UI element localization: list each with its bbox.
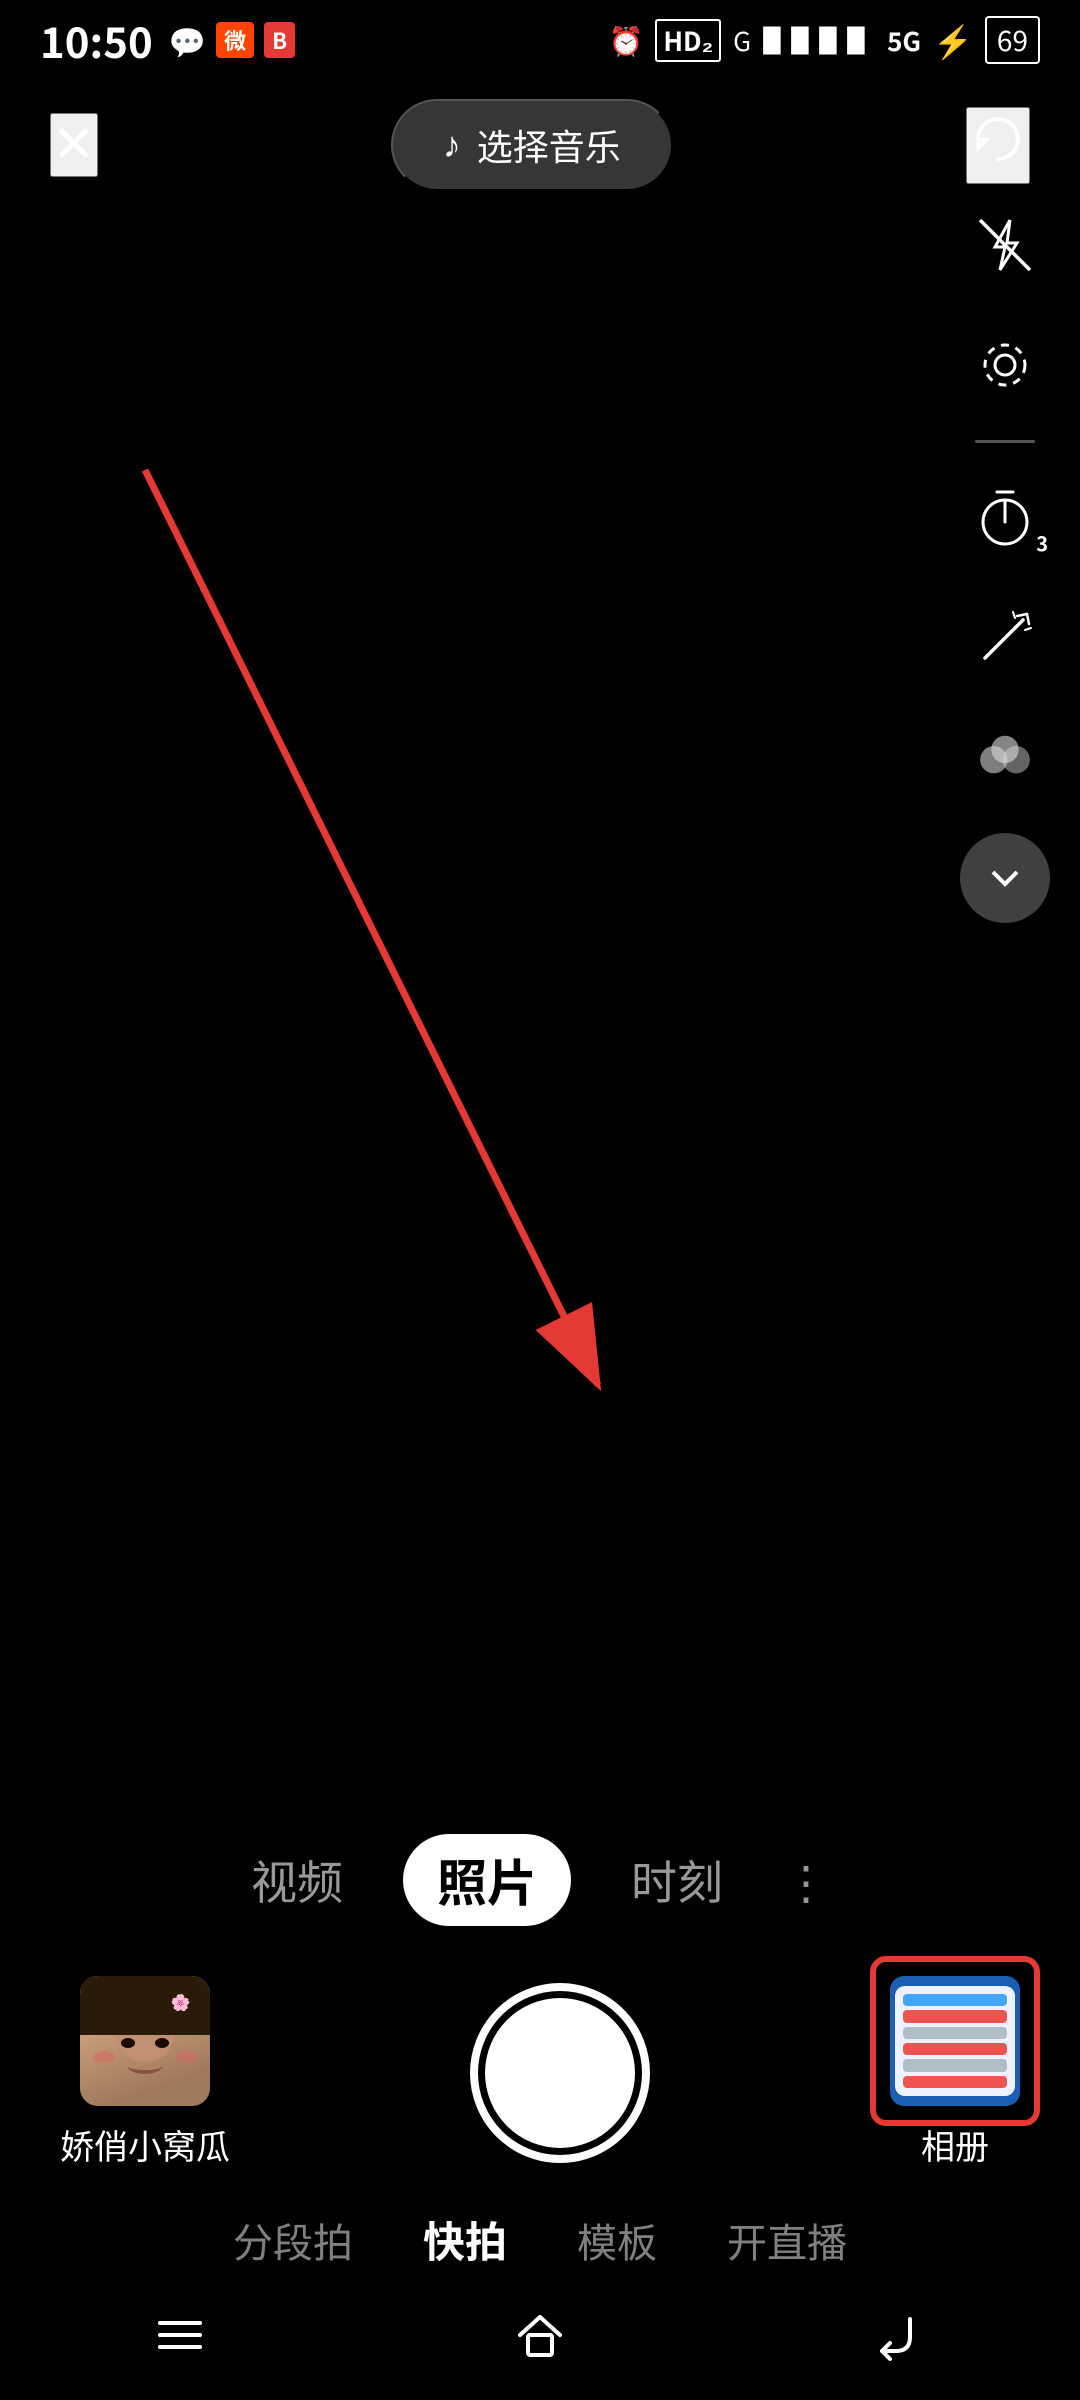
album-row-4 [903, 2043, 1007, 2055]
face-hair [80, 1976, 210, 2035]
mode-more-icon[interactable]: ⋮ [783, 1847, 829, 1913]
face-flower: 🌸 [171, 1989, 191, 2013]
sidebar-divider [975, 440, 1035, 443]
sub-tab-template[interactable]: 模板 [577, 2211, 657, 2269]
avatar-wrap[interactable]: 🌸 娇俏小窝瓜 [60, 1976, 230, 2169]
sub-tab-quick[interactable]: 快拍 [423, 2209, 507, 2270]
status-time: 10:50 [40, 10, 153, 71]
status-icons-right: ⏰ HD₂ G ▋▋▋▋ 5G ⚡ 69 [608, 16, 1040, 64]
album-row-2 [903, 2010, 1007, 2022]
status-bar: 10:50 💬 微 B ⏰ HD₂ G ▋▋▋▋ 5G ⚡ 69 [0, 0, 1080, 80]
more-button[interactable] [960, 833, 1050, 923]
nav-menu-button[interactable] [130, 2295, 230, 2375]
album-row-6 [903, 2076, 1007, 2088]
right-sidebar: 3 [960, 200, 1050, 923]
face-eyes [121, 2038, 169, 2048]
beauty-icon-button[interactable] [960, 593, 1050, 683]
mode-tab-photo[interactable]: 照片 [403, 1834, 571, 1926]
face-sim: 🌸 [80, 1976, 210, 2106]
album-label: 相册 [921, 2120, 989, 2169]
face-mouth [128, 2058, 163, 2074]
hd-badge: HD₂ [655, 19, 721, 62]
avatar-label: 娇俏小窝瓜 [60, 2120, 230, 2169]
wifi-icon: ⚡ [933, 17, 973, 63]
eye-left [121, 2038, 135, 2048]
timer-number: 3 [1036, 528, 1048, 557]
album-thumb-inner [895, 1986, 1015, 2096]
weibo-badge: 微 [216, 22, 254, 58]
settings-icon-button[interactable] [960, 320, 1050, 410]
face-blush-left [93, 2051, 115, 2063]
sub-tab-live[interactable]: 开直播 [727, 2211, 847, 2269]
sub-tab-segment[interactable]: 分段拍 [233, 2211, 353, 2269]
camera-controls: 🌸 娇俏小窝瓜 相册 [0, 1976, 1080, 2169]
network-5g-icon: 5G [887, 22, 921, 59]
close-button[interactable]: ✕ [50, 113, 98, 177]
nav-home-button[interactable] [490, 2295, 590, 2375]
album-thumbnail [890, 1976, 1020, 2106]
album-row-1 [903, 1994, 1007, 2006]
nav-back-button[interactable] [850, 2295, 950, 2375]
shutter-button[interactable] [470, 1983, 650, 2163]
timer-icon-button[interactable]: 3 [960, 473, 1050, 563]
music-button-label: 选择音乐 [477, 119, 621, 171]
nav-bar [0, 2270, 1080, 2400]
app-badge: B [264, 22, 295, 58]
mode-tab-video[interactable]: 视频 [251, 1847, 343, 1913]
sub-tabs: 分段拍 快拍 模板 开直播 [0, 2209, 1080, 2270]
flash-icon-button[interactable] [960, 200, 1050, 290]
music-note-icon: ♪ [443, 124, 461, 166]
mode-tab-moment[interactable]: 时刻 [631, 1847, 723, 1913]
album-row-5 [903, 2059, 1007, 2071]
bottom-area: 视频 照片 时刻 ⋮ 🌸 娇俏小窝瓜 [0, 1834, 1080, 2270]
flip-camera-button[interactable] [966, 107, 1030, 184]
battery-icon: 69 [985, 16, 1040, 64]
alarm-icon: ⏰ [608, 20, 643, 60]
color-icon-button[interactable] [960, 713, 1050, 803]
album-wrap[interactable]: 相册 [890, 1976, 1020, 2169]
mode-tabs: 视频 照片 时刻 ⋮ [0, 1834, 1080, 1926]
shutter-inner [485, 1998, 635, 2148]
select-music-button[interactable]: ♪ 选择音乐 [391, 99, 673, 191]
notification-icons: 💬 微 B [169, 18, 295, 62]
album-row-3 [903, 2027, 1007, 2039]
signal-g-icon: G [733, 22, 751, 59]
top-bar: ✕ ♪ 选择音乐 [0, 80, 1080, 210]
signal-bars-icon: ▋▋▋▋ [763, 20, 875, 60]
eye-right [155, 2038, 169, 2048]
face-blush-right [175, 2051, 197, 2063]
avatar-image: 🌸 [80, 1976, 210, 2106]
